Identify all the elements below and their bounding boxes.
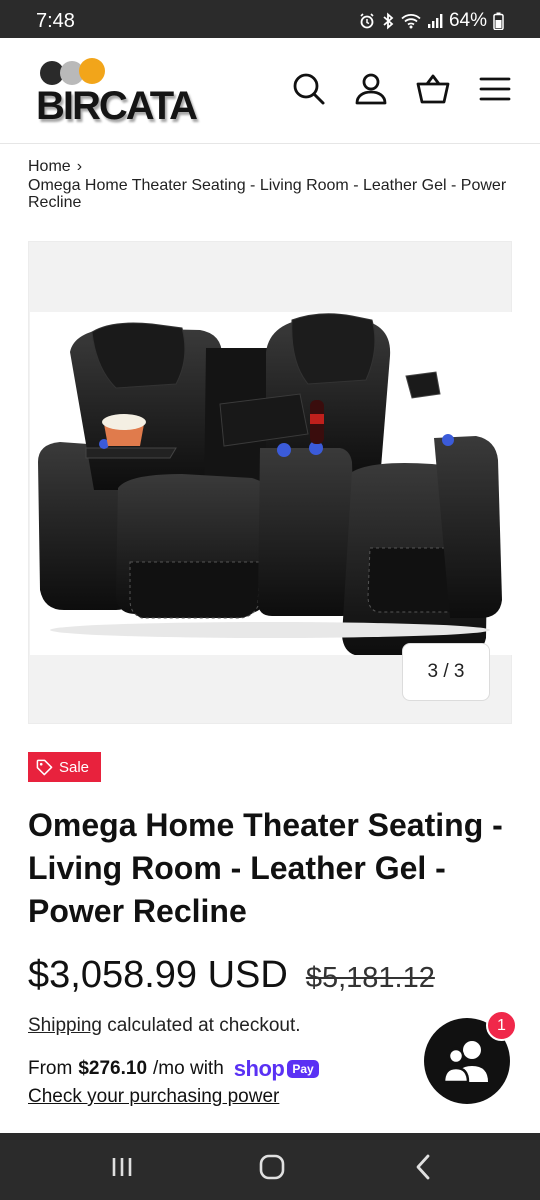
breadcrumb-home[interactable]: Home bbox=[28, 158, 71, 175]
chevron-right-icon: › bbox=[76, 158, 83, 175]
battery-icon bbox=[493, 12, 504, 30]
wifi-icon bbox=[401, 14, 421, 29]
alarm-icon bbox=[360, 13, 374, 29]
sale-price: $3,058.99 USD bbox=[28, 954, 288, 996]
product-gallery: 3 / 3 bbox=[28, 241, 512, 724]
shop-pay-pill: Pay bbox=[287, 1060, 319, 1078]
account-icon[interactable] bbox=[354, 72, 388, 106]
site-header: BIRCATA bbox=[0, 38, 540, 144]
status-time: 7:48 bbox=[36, 10, 75, 32]
breadcrumb-current: Omega Home Theater Seating - Living Room… bbox=[28, 177, 507, 211]
cart-icon[interactable] bbox=[416, 72, 450, 106]
logo-text: BIRCATA bbox=[36, 84, 198, 128]
bluetooth-icon bbox=[383, 12, 394, 30]
compare-price: $5,181.12 bbox=[305, 962, 435, 994]
shop-pay-word: shop bbox=[233, 1056, 285, 1081]
product-image[interactable] bbox=[30, 312, 512, 656]
installment-prefix: From bbox=[28, 1058, 73, 1079]
installment-suffix: /mo with bbox=[153, 1058, 224, 1079]
menu-icon[interactable] bbox=[478, 72, 512, 106]
chat-users-icon bbox=[442, 1041, 488, 1084]
recents-icon[interactable] bbox=[106, 1151, 138, 1183]
search-icon[interactable] bbox=[292, 72, 326, 106]
shipping-text: calculated at checkout. bbox=[101, 1015, 301, 1036]
check-purchasing-power-link[interactable]: Check your purchasing power bbox=[28, 1086, 279, 1108]
header-actions bbox=[292, 72, 512, 106]
home-icon[interactable] bbox=[256, 1151, 288, 1183]
shipping-link[interactable]: Shipping bbox=[28, 1015, 102, 1036]
breadcrumb: Home › Omega Home Theater Seating - Livin… bbox=[28, 158, 513, 211]
status-icons: 64% bbox=[359, 10, 504, 32]
status-bar: 7:48 64% bbox=[0, 0, 540, 38]
tag-icon bbox=[36, 759, 53, 775]
price-row: $3,058.99 USD $5,181.12 bbox=[28, 954, 435, 997]
recliner-sofa-image bbox=[38, 313, 502, 656]
sale-badge: Sale bbox=[28, 752, 101, 782]
shop-pay-logo[interactable]: shop Pay bbox=[234, 1056, 319, 1082]
signal-icon bbox=[427, 14, 443, 28]
logo-circles-icon bbox=[40, 58, 105, 85]
installment-amount: $276.10 bbox=[78, 1058, 148, 1079]
product-title: Omega Home Theater Seating - Living Room… bbox=[28, 807, 503, 929]
battery-percent: 64% bbox=[448, 10, 487, 31]
installment-offer: From $276.10/mo with shop Pay bbox=[28, 1056, 319, 1082]
back-icon[interactable] bbox=[408, 1151, 440, 1183]
system-nav-bar bbox=[0, 1133, 540, 1200]
image-counter[interactable]: 3 / 3 bbox=[402, 643, 490, 701]
shipping-note: Shipping calculated at checkout. bbox=[28, 1015, 301, 1037]
logo[interactable]: BIRCATA bbox=[36, 54, 206, 132]
chat-notification-badge: 1 bbox=[486, 1010, 517, 1041]
sale-badge-label: Sale bbox=[59, 758, 90, 776]
